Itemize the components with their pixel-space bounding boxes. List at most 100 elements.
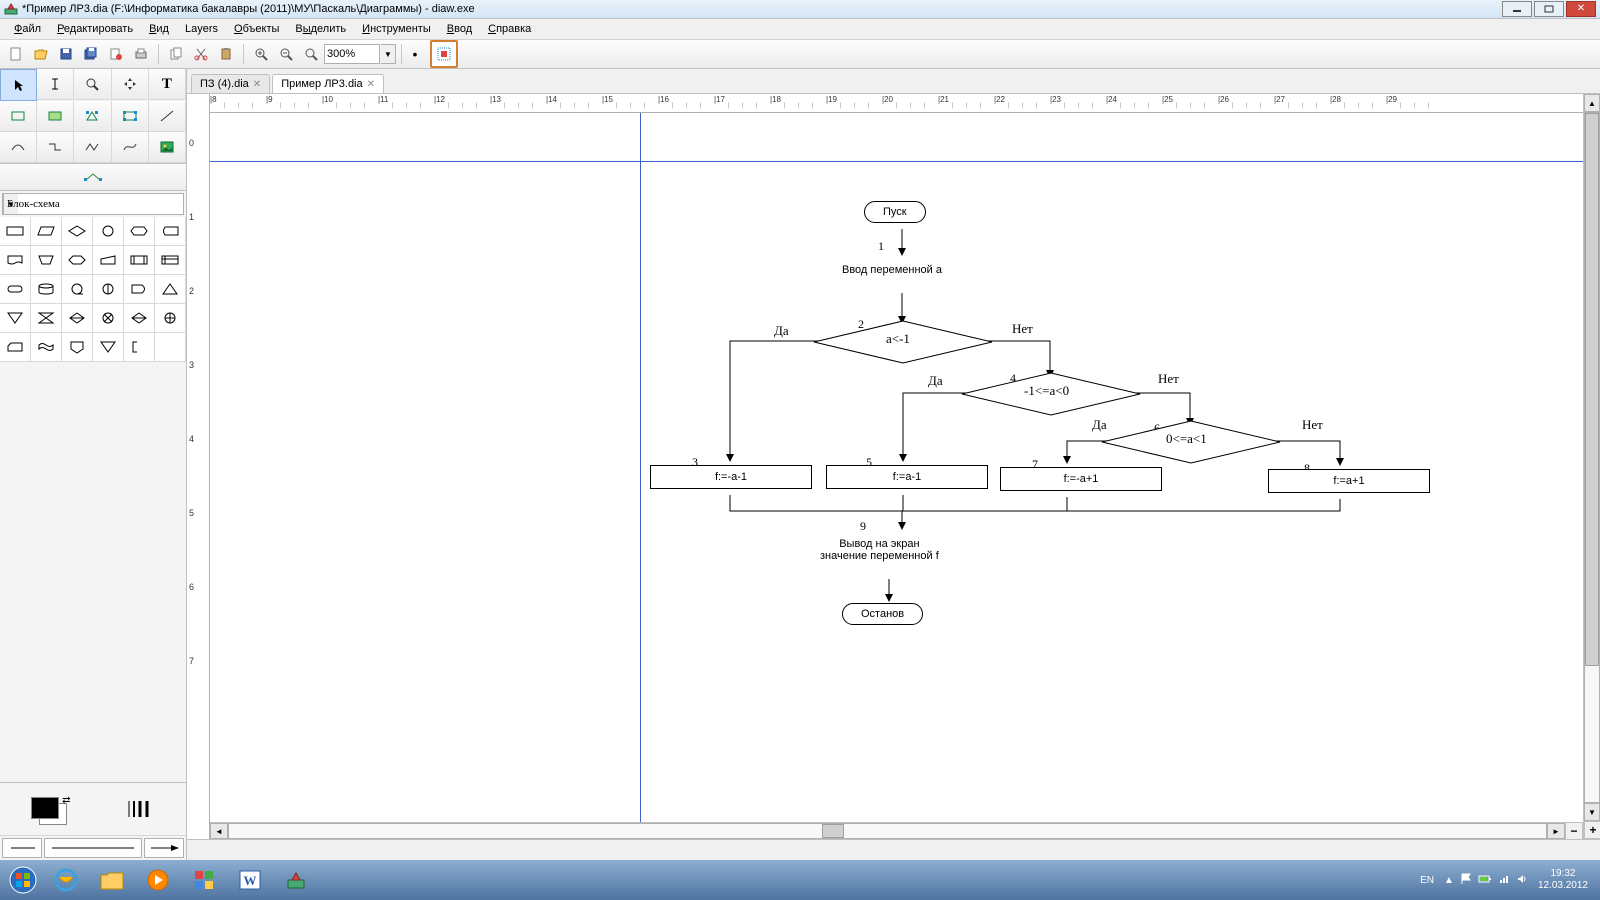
nav-minus[interactable]: − (1565, 822, 1583, 840)
shape-sort2[interactable] (124, 304, 155, 333)
arrow-end-selector[interactable] (144, 838, 184, 858)
taskbar-dia[interactable] (274, 864, 318, 896)
beziergon-tool[interactable] (112, 101, 149, 132)
line-style-selector[interactable] (44, 838, 142, 858)
shape-offpage[interactable] (62, 333, 93, 362)
tab-document-1[interactable]: ПЗ (4).dia✕ (191, 74, 270, 93)
shape-manual-input[interactable] (93, 246, 124, 275)
zoom-fit-button[interactable] (299, 42, 323, 66)
shape-display[interactable] (124, 217, 155, 246)
tray-flag-icon[interactable] (1460, 873, 1472, 888)
taskbar-media-player[interactable] (136, 864, 180, 896)
box-tool[interactable] (0, 101, 37, 132)
arrow-start-selector[interactable] (2, 838, 42, 858)
shape-offpage2[interactable] (93, 333, 124, 362)
flow-process-8[interactable]: f:=a+1 (1268, 469, 1430, 493)
shape-category-dropdown[interactable]: Блок-схема ▼ (2, 193, 184, 215)
menu-layers[interactable]: Layers (177, 21, 226, 37)
taskbar-explorer[interactable] (90, 864, 134, 896)
shape-magnetic-disk[interactable] (31, 275, 62, 304)
tab-document-2[interactable]: Пример ЛР3.dia✕ (272, 74, 384, 93)
shape-blank[interactable] (155, 333, 186, 362)
window-maximize-button[interactable] (1534, 1, 1564, 17)
snap-point-button[interactable]: • (407, 43, 423, 65)
menu-tools[interactable]: Инструменты (354, 21, 439, 37)
tray-volume-icon[interactable] (1516, 873, 1528, 888)
menu-edit[interactable]: Редактировать (49, 21, 141, 37)
shape-extract[interactable] (155, 275, 186, 304)
shape-summing[interactable] (93, 304, 124, 333)
taskbar-ie[interactable] (44, 864, 88, 896)
scroll-tool[interactable] (112, 69, 149, 100)
scroll-track[interactable] (1584, 112, 1600, 803)
menu-help[interactable]: Справка (480, 21, 539, 37)
pointer-tool[interactable] (0, 69, 37, 101)
flow-process-3[interactable]: f:=-a-1 (650, 465, 812, 489)
tray-clock[interactable]: 19:32 12.03.2012 (1538, 868, 1588, 892)
shape-sort[interactable] (62, 304, 93, 333)
scroll-up-button[interactable]: ▲ (1584, 94, 1600, 112)
flow-input[interactable]: Ввод переменной а (824, 259, 960, 281)
menu-view[interactable]: Вид (141, 21, 177, 37)
shape-stored-data[interactable] (155, 217, 186, 246)
scroll-left-button[interactable]: ◄ (210, 823, 228, 839)
line-style-preview[interactable] (122, 795, 158, 823)
flow-process-7[interactable]: f:=-a+1 (1000, 467, 1162, 491)
image-tool[interactable] (149, 132, 186, 163)
flow-start[interactable]: Пуск (864, 201, 926, 223)
tray-battery-icon[interactable] (1478, 874, 1492, 887)
text-tool[interactable]: T (149, 69, 186, 100)
tray-show-hidden-icon[interactable]: ▲ (1444, 875, 1454, 886)
flow-output[interactable]: Вывод на экран значение переменной f (802, 533, 957, 567)
new-button[interactable] (4, 42, 28, 66)
scroll-thumb[interactable] (1585, 113, 1599, 666)
connector-tool[interactable] (0, 164, 186, 191)
zoom-out-button[interactable] (274, 42, 298, 66)
vertical-scrollbar[interactable]: ▲ ▼ + (1583, 94, 1600, 839)
bezier-tool[interactable] (112, 132, 149, 163)
menu-objects[interactable]: Объекты (226, 21, 287, 37)
shape-process[interactable] (0, 217, 31, 246)
nav-plus[interactable]: + (1584, 821, 1600, 839)
shape-punched-tape[interactable] (31, 333, 62, 362)
polygon-tool[interactable] (74, 101, 111, 132)
shape-tape[interactable] (62, 275, 93, 304)
taskbar-word[interactable]: W (228, 864, 272, 896)
scroll-down-button[interactable]: ▼ (1584, 803, 1600, 821)
flow-stop[interactable]: Останов (842, 603, 923, 625)
text-cursor-tool[interactable] (37, 69, 74, 100)
shape-internal-storage[interactable] (155, 246, 186, 275)
arc-tool[interactable] (0, 132, 37, 163)
menu-input[interactable]: Ввод (439, 21, 480, 37)
snap-grid-button[interactable] (430, 40, 458, 68)
color-swatch[interactable]: ⇄ (29, 795, 65, 823)
menu-file[interactable]: Файл (6, 21, 49, 37)
shape-preparation[interactable] (62, 246, 93, 275)
zoom-input[interactable]: 300% (324, 44, 380, 64)
close-tab-icon[interactable]: ✕ (367, 79, 375, 90)
zoom-in-button[interactable] (249, 42, 273, 66)
open-button[interactable] (29, 42, 53, 66)
save-as-button[interactable] (79, 42, 103, 66)
polyline-tool[interactable] (74, 132, 111, 163)
close-tab-icon[interactable]: ✕ (253, 79, 261, 90)
shape-data[interactable] (31, 217, 62, 246)
save-button[interactable] (54, 42, 78, 66)
scroll-track[interactable] (228, 823, 1547, 839)
scroll-right-button[interactable]: ► (1547, 823, 1565, 839)
shape-predefined[interactable] (124, 246, 155, 275)
magnify-tool[interactable] (74, 69, 111, 100)
export-button[interactable] (104, 42, 128, 66)
shape-card[interactable] (0, 333, 31, 362)
start-button[interactable] (4, 864, 42, 896)
window-close-button[interactable]: ✕ (1566, 1, 1596, 17)
ellipse-tool[interactable] (37, 101, 74, 132)
horizontal-scrollbar[interactable]: ◄ ► − (210, 822, 1583, 839)
shape-merge[interactable] (0, 304, 31, 333)
menu-select[interactable]: Выделить (287, 21, 354, 37)
paste-button[interactable] (214, 42, 238, 66)
zigzag-tool[interactable] (37, 132, 74, 163)
zoom-dropdown[interactable]: ▼ (381, 44, 396, 64)
flow-process-5[interactable]: f:=a-1 (826, 465, 988, 489)
print-button[interactable] (129, 42, 153, 66)
